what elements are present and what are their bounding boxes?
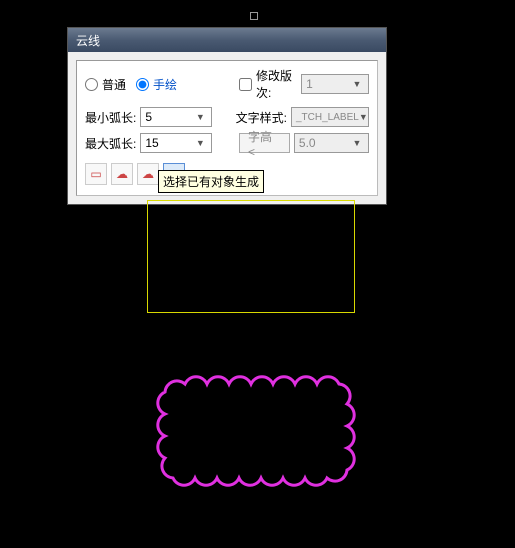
- radio-normal-label: 普通: [102, 76, 126, 93]
- viewport-marker: [250, 12, 258, 20]
- canvas-cloud-shape[interactable]: [147, 368, 363, 496]
- tool-cloud-free[interactable]: ☁: [111, 163, 133, 185]
- min-arc-combo[interactable]: 5 ▼: [140, 107, 212, 127]
- cloud-icon: ☁: [142, 168, 154, 180]
- chevron-down-icon: ▼: [350, 138, 364, 148]
- max-arc-label: 最大弧长:: [85, 135, 136, 152]
- tool-cloud-poly[interactable]: ☁: [137, 163, 159, 185]
- min-arc-label: 最小弧长:: [85, 109, 136, 126]
- text-height-value: 5.0: [299, 136, 350, 150]
- chevron-down-icon: ▼: [350, 79, 364, 89]
- checkbox-revision-label: 修改版次:: [256, 67, 297, 101]
- cloud-icon: ▭: [90, 168, 101, 180]
- revision-combo[interactable]: 1 ▼: [301, 74, 369, 94]
- canvas-rectangle[interactable]: [147, 200, 355, 313]
- tooltip: 选择已有对象生成: [158, 170, 264, 193]
- cloud-icon: ☁: [116, 168, 128, 180]
- max-arc-value: 15: [145, 136, 193, 150]
- chevron-down-icon: ▼: [193, 112, 207, 122]
- text-style-label: 文字样式:: [236, 109, 287, 126]
- chevron-down-icon: ▼: [359, 112, 368, 122]
- min-arc-value: 5: [145, 110, 193, 124]
- radio-normal[interactable]: 普通: [85, 76, 126, 93]
- tool-cloud-rect[interactable]: ▭: [85, 163, 107, 185]
- checkbox-revision[interactable]: 修改版次:: [239, 67, 297, 101]
- dialog-title: 云线: [76, 32, 100, 49]
- text-style-combo[interactable]: _TCH_LABEL ▼: [291, 107, 369, 127]
- radio-hand-drawn[interactable]: 手绘: [136, 76, 177, 93]
- chevron-down-icon: ▼: [193, 138, 207, 148]
- text-height-combo[interactable]: 5.0 ▼: [294, 133, 369, 153]
- dialog-titlebar[interactable]: 云线: [68, 28, 386, 52]
- text-style-value: _TCH_LABEL: [296, 112, 359, 123]
- revision-value: 1: [306, 77, 350, 91]
- radio-hand-label: 手绘: [153, 76, 177, 93]
- tooltip-text: 选择已有对象生成: [163, 175, 259, 189]
- max-arc-combo[interactable]: 15 ▼: [140, 133, 212, 153]
- text-height-button[interactable]: 字高 <: [239, 133, 290, 153]
- text-height-button-label: 字高 <: [248, 128, 281, 159]
